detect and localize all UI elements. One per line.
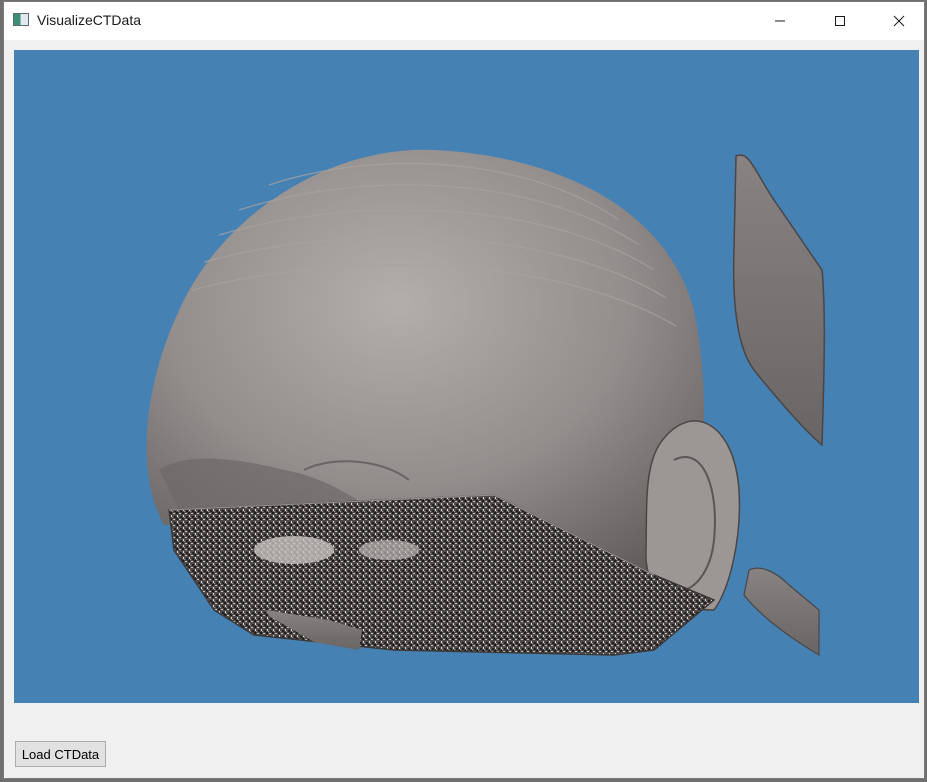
ct-head-rendering [146, 149, 826, 657]
side-fragment-upper [732, 154, 826, 447]
close-icon [893, 15, 905, 27]
maximize-button[interactable] [817, 2, 863, 40]
app-window: VisualizeCTData Load CTData [3, 1, 925, 779]
close-button[interactable] [876, 2, 922, 40]
minimize-button[interactable] [757, 2, 803, 40]
render-viewport[interactable] [14, 50, 919, 703]
minimize-icon [775, 20, 785, 22]
maximize-icon [835, 16, 845, 26]
app-window-icon [13, 13, 29, 26]
slab-structure [254, 536, 334, 564]
side-fragment-lower [743, 567, 820, 657]
window-title: VisualizeCTData [37, 12, 142, 28]
load-ctdata-button[interactable]: Load CTData [15, 741, 106, 767]
title-bar[interactable]: VisualizeCTData [4, 2, 924, 40]
